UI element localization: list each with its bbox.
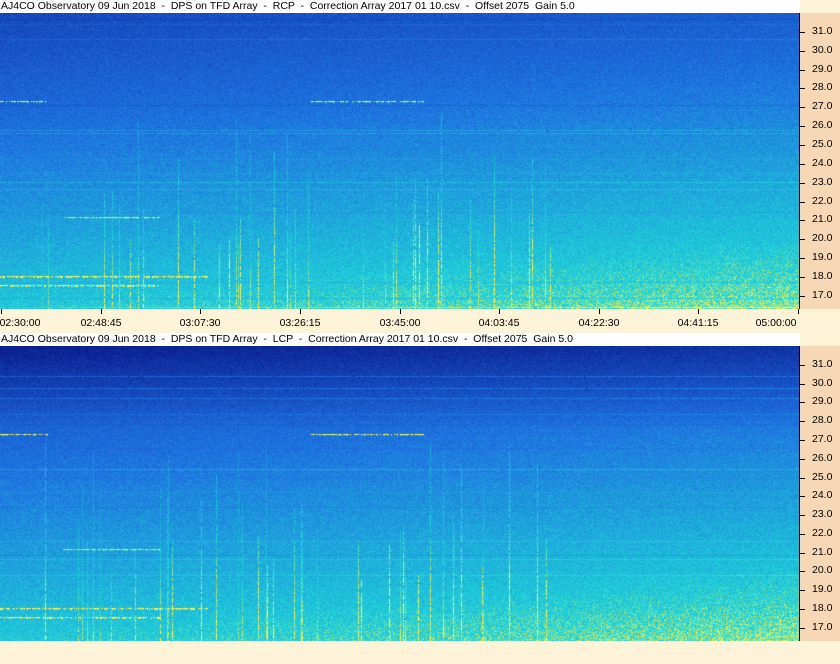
freq-tick-label: 21.0 bbox=[812, 546, 833, 558]
rcp-frequency-axis: 31.0 30.0 29.0 28.0 27.0 26.0 25.0 24.0 23.0 22.0… bbox=[799, 13, 840, 309]
freq-tick bbox=[800, 70, 805, 71]
freq-tick bbox=[800, 571, 805, 572]
freq-tick-label: 28.0 bbox=[812, 414, 833, 426]
time-axis: 02:30:00 02:48:45 03:07:30 03:26:15 03:45:00… bbox=[0, 309, 840, 329]
time-tick-label: 03:07:30 bbox=[179, 317, 221, 329]
freq-tick bbox=[800, 220, 805, 221]
freq-tick bbox=[800, 126, 805, 127]
freq-tick bbox=[800, 107, 805, 108]
rcp-spectrogram-canvas bbox=[0, 13, 799, 309]
freq-tick bbox=[800, 402, 805, 403]
freq-tick bbox=[800, 296, 805, 297]
freq-tick bbox=[800, 590, 805, 591]
freq-tick-label: 21.0 bbox=[812, 213, 833, 225]
freq-tick bbox=[800, 51, 805, 52]
time-tick-label: 02:48:45 bbox=[80, 317, 122, 329]
time-tick-label: 04:22:30 bbox=[578, 317, 620, 329]
freq-tick bbox=[800, 145, 805, 146]
freq-tick-label: 26.0 bbox=[812, 452, 833, 464]
freq-tick-label: 20.0 bbox=[812, 232, 833, 244]
freq-tick-label: 19.0 bbox=[812, 251, 833, 263]
lcp-title: AJ4CO Observatory 09 Jun 2018 - DPS on T… bbox=[0, 333, 800, 346]
freq-tick-label: 19.0 bbox=[812, 583, 833, 595]
freq-tick bbox=[800, 515, 805, 516]
rcp-spectrogram bbox=[0, 13, 799, 309]
freq-tick-label: 24.0 bbox=[812, 489, 833, 501]
freq-tick-label: 23.0 bbox=[812, 508, 833, 520]
freq-tick-label: 17.0 bbox=[812, 289, 833, 301]
freq-tick-label: 27.0 bbox=[812, 433, 833, 445]
time-tick bbox=[200, 309, 201, 314]
freq-tick-label: 26.0 bbox=[812, 119, 833, 131]
freq-tick-label: 18.0 bbox=[812, 602, 833, 614]
freq-tick-label: 27.0 bbox=[812, 100, 833, 112]
freq-tick bbox=[800, 478, 805, 479]
freq-tick bbox=[800, 183, 805, 184]
freq-tick bbox=[800, 239, 805, 240]
freq-tick bbox=[800, 496, 805, 497]
time-tick bbox=[400, 309, 401, 314]
freq-tick-label: 29.0 bbox=[812, 395, 833, 407]
time-tick-label: 04:03:45 bbox=[478, 317, 520, 329]
time-tick bbox=[101, 309, 102, 314]
freq-tick bbox=[800, 32, 805, 33]
freq-tick-label: 29.0 bbox=[812, 63, 833, 75]
time-tick-label: 04:41:15 bbox=[677, 317, 719, 329]
freq-tick-label: 17.0 bbox=[812, 621, 833, 633]
freq-tick bbox=[800, 384, 805, 385]
time-tick bbox=[300, 309, 301, 314]
freq-tick bbox=[800, 88, 805, 89]
freq-tick bbox=[800, 534, 805, 535]
time-tick-label: 02:30:00 bbox=[0, 317, 41, 329]
time-tick bbox=[698, 309, 699, 314]
freq-tick-label: 31.0 bbox=[812, 358, 833, 370]
freq-tick bbox=[800, 164, 805, 165]
time-tick bbox=[1, 309, 2, 314]
freq-tick bbox=[800, 609, 805, 610]
freq-tick-label: 30.0 bbox=[812, 377, 833, 389]
time-tick bbox=[599, 309, 600, 314]
freq-tick-label: 30.0 bbox=[812, 44, 833, 56]
time-tick-label: 05:00:00 bbox=[755, 317, 797, 329]
freq-tick-label: 31.0 bbox=[812, 25, 833, 37]
freq-tick-label: 25.0 bbox=[812, 471, 833, 483]
freq-tick bbox=[800, 459, 805, 460]
freq-tick-label: 18.0 bbox=[812, 270, 833, 282]
freq-tick bbox=[800, 258, 805, 259]
freq-tick-label: 25.0 bbox=[812, 138, 833, 150]
freq-tick-label: 20.0 bbox=[812, 564, 833, 576]
time-tick-label: 03:45:00 bbox=[379, 317, 421, 329]
time-tick bbox=[798, 309, 799, 314]
freq-tick bbox=[800, 553, 805, 554]
freq-tick bbox=[800, 440, 805, 441]
freq-tick-label: 22.0 bbox=[812, 195, 833, 207]
freq-tick bbox=[800, 277, 805, 278]
lcp-spectrogram-canvas bbox=[0, 346, 799, 641]
freq-tick bbox=[800, 365, 805, 366]
lcp-spectrogram bbox=[0, 346, 799, 641]
freq-tick-label: 24.0 bbox=[812, 157, 833, 169]
freq-tick bbox=[800, 421, 805, 422]
footer-strip bbox=[0, 641, 840, 664]
time-tick-label: 03:26:15 bbox=[279, 317, 321, 329]
freq-tick-label: 28.0 bbox=[812, 81, 833, 93]
freq-tick-label: 23.0 bbox=[812, 176, 833, 188]
freq-tick bbox=[800, 628, 805, 629]
freq-tick bbox=[800, 202, 805, 203]
lcp-frequency-axis: 31.0 30.0 29.0 28.0 27.0 26.0 25.0 24.0 23.0 22.0… bbox=[799, 346, 840, 641]
time-tick bbox=[499, 309, 500, 314]
freq-tick-label: 22.0 bbox=[812, 527, 833, 539]
rcp-title: AJ4CO Observatory 09 Jun 2018 - DPS on T… bbox=[0, 0, 800, 13]
